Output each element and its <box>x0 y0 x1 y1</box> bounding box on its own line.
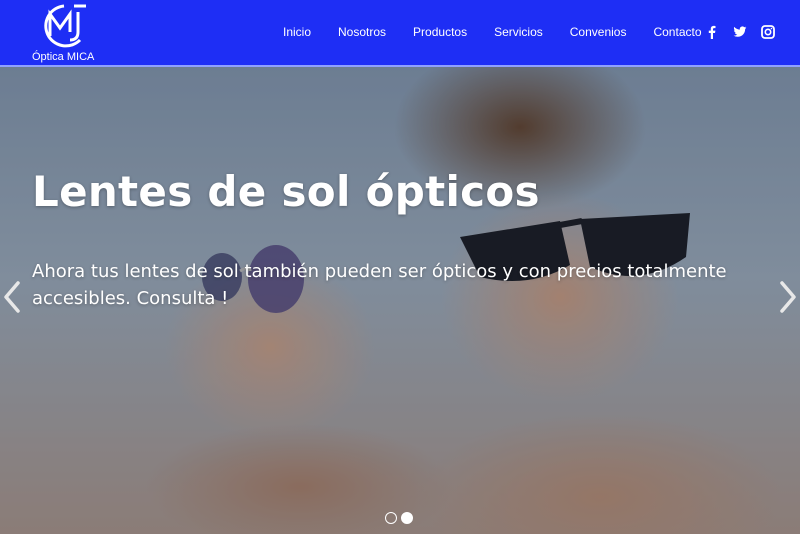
chevron-left-icon <box>4 281 20 313</box>
nav-item-nosotros[interactable]: Nosotros <box>338 25 386 39</box>
carousel-prev-button[interactable] <box>2 279 22 315</box>
twitter-icon[interactable] <box>733 24 747 38</box>
nav-item-productos[interactable]: Productos <box>413 25 467 39</box>
nav-item-convenios[interactable]: Convenios <box>570 25 627 39</box>
instagram-icon[interactable] <box>761 24 775 39</box>
carousel-indicator-active[interactable] <box>401 512 413 524</box>
nav-item-contacto[interactable]: Contacto <box>653 25 701 39</box>
brand-name: Óptica MICA <box>32 51 95 63</box>
nav-item-servicios[interactable]: Servicios <box>494 25 543 39</box>
main-nav: Inicio Nosotros Productos Servicios Conv… <box>283 25 729 39</box>
carousel-next-button[interactable] <box>778 279 798 315</box>
slide-text: Ahora tus lentes de sol también pueden s… <box>32 261 727 309</box>
brand-logo[interactable]: Óptica MICA <box>30 2 100 64</box>
nav-item-inicio[interactable]: Inicio <box>283 25 311 39</box>
navbar: Óptica MICA Inicio Nosotros Productos Se… <box>0 0 800 67</box>
facebook-icon[interactable] <box>705 24 719 39</box>
chevron-right-icon <box>780 281 796 313</box>
logo-mark-icon <box>44 4 86 48</box>
slide-title: Lentes de sol ópticos <box>32 167 540 216</box>
social-links <box>705 24 789 39</box>
carousel-indicators <box>385 512 417 524</box>
hero-carousel: Lentes de sol ópticos Ahora tus lentes d… <box>0 67 800 534</box>
carousel-indicator[interactable] <box>385 512 397 524</box>
